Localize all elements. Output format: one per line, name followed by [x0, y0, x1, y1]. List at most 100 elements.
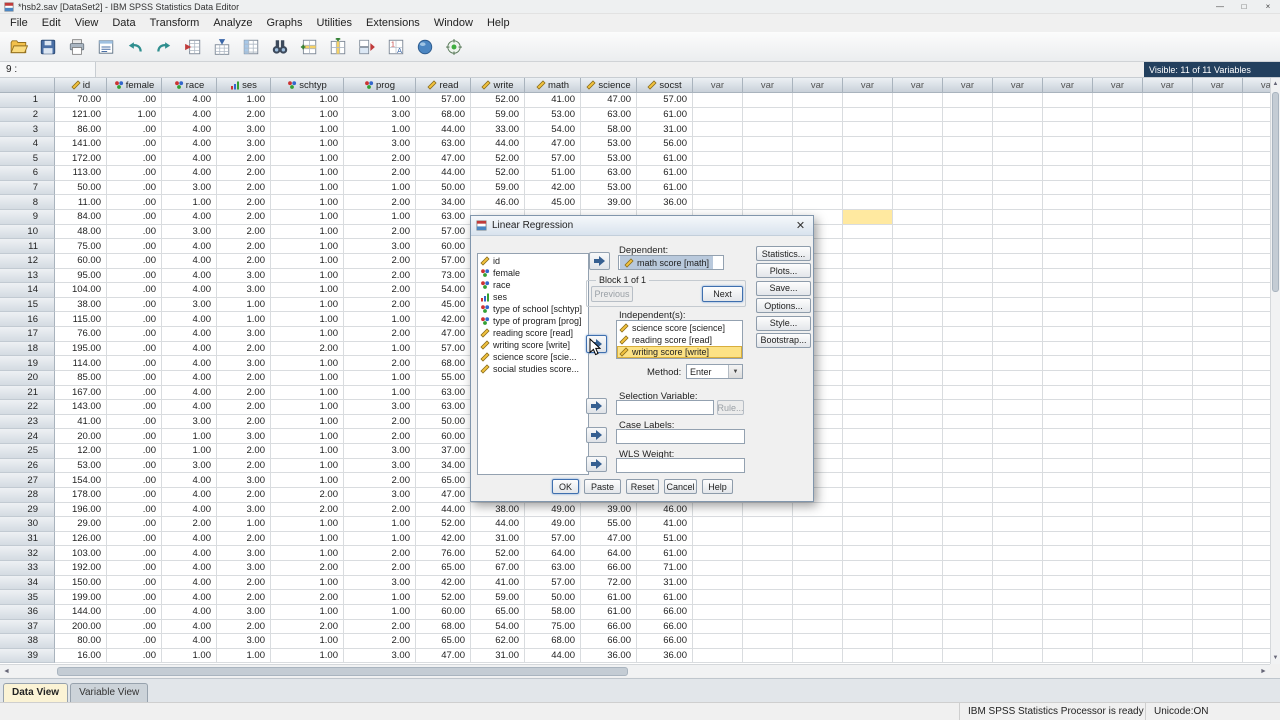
cell[interactable] — [943, 575, 993, 591]
cell[interactable]: .00 — [107, 239, 162, 254]
cell[interactable] — [1193, 136, 1243, 152]
column-header-id[interactable]: id — [55, 78, 107, 93]
cell[interactable]: 49.00 — [525, 502, 581, 518]
cell[interactable]: 1.00 — [271, 268, 344, 284]
cell[interactable] — [843, 648, 893, 664]
row-number[interactable]: 2 — [0, 107, 55, 123]
cell[interactable]: 4.00 — [162, 561, 217, 576]
cancel-button[interactable]: Cancel — [664, 479, 697, 494]
cell[interactable] — [1043, 327, 1093, 342]
cell[interactable]: 42.00 — [525, 180, 581, 196]
cell[interactable] — [693, 107, 743, 123]
cell[interactable]: 61.00 — [581, 590, 637, 605]
cell[interactable]: .00 — [107, 531, 162, 547]
cell[interactable]: 1.00 — [271, 473, 344, 488]
cell[interactable] — [1143, 93, 1193, 108]
cell[interactable]: .00 — [107, 502, 162, 518]
cell[interactable]: 2.00 — [344, 166, 416, 181]
column-header-read[interactable]: read — [416, 78, 471, 93]
cell[interactable]: 2.00 — [344, 253, 416, 269]
column-header-math[interactable]: math — [525, 78, 581, 93]
cell[interactable] — [1093, 370, 1143, 386]
cell[interactable] — [993, 590, 1043, 605]
cell[interactable] — [1143, 400, 1193, 415]
cell[interactable] — [943, 531, 993, 547]
column-header-var[interactable]: var — [1093, 78, 1143, 93]
cell[interactable]: 66.00 — [581, 561, 637, 576]
cell[interactable] — [993, 195, 1043, 210]
cell[interactable] — [993, 444, 1043, 459]
cell[interactable] — [1243, 151, 1270, 167]
cell[interactable] — [1043, 634, 1093, 649]
cell[interactable] — [1243, 136, 1270, 152]
cell[interactable]: 2.00 — [344, 502, 416, 518]
cell[interactable]: 1.00 — [271, 136, 344, 152]
cell[interactable]: 31.00 — [471, 648, 525, 664]
cell[interactable] — [1243, 473, 1270, 488]
column-header-var[interactable]: var — [893, 78, 943, 93]
tab-variable-view[interactable]: Variable View — [70, 683, 149, 702]
cell[interactable]: 46.00 — [637, 502, 693, 518]
cell[interactable] — [1093, 341, 1143, 357]
cell[interactable]: 61.00 — [637, 151, 693, 167]
cell[interactable] — [1243, 341, 1270, 357]
row-number[interactable]: 16 — [0, 312, 55, 327]
cell[interactable] — [1243, 224, 1270, 240]
cell[interactable] — [993, 619, 1043, 635]
cell[interactable]: 56.00 — [637, 136, 693, 152]
cell[interactable]: 1.00 — [162, 444, 217, 459]
cell[interactable]: 2.00 — [217, 239, 271, 254]
cell[interactable] — [1243, 517, 1270, 532]
cell[interactable] — [743, 517, 793, 532]
cell[interactable]: 75.00 — [525, 619, 581, 635]
cell[interactable] — [1243, 283, 1270, 298]
variable-item[interactable]: social studies score... — [478, 363, 588, 375]
cell[interactable] — [1093, 400, 1143, 415]
row-number[interactable]: 21 — [0, 385, 55, 401]
row-number[interactable]: 29 — [0, 502, 55, 518]
column-header-ses[interactable]: ses — [217, 78, 271, 93]
cell[interactable]: .00 — [107, 517, 162, 532]
cell[interactable] — [993, 356, 1043, 371]
cell[interactable] — [993, 517, 1043, 532]
menu-transform[interactable]: Transform — [143, 16, 207, 30]
cell[interactable] — [843, 195, 893, 210]
cell[interactable] — [893, 136, 943, 152]
cell[interactable] — [1043, 224, 1093, 240]
cell[interactable]: 1.00 — [271, 385, 344, 401]
use-variable-sets-icon[interactable] — [412, 34, 437, 59]
cell[interactable] — [843, 502, 893, 518]
move-to-case-labels-button[interactable] — [586, 427, 607, 443]
variable-item[interactable]: ses — [478, 291, 588, 303]
cell[interactable]: .00 — [107, 283, 162, 298]
cell[interactable]: 2.00 — [217, 180, 271, 196]
cell[interactable] — [1243, 370, 1270, 386]
cell[interactable]: 4.00 — [162, 312, 217, 327]
cell[interactable]: 1.00 — [344, 180, 416, 196]
cell[interactable] — [943, 546, 993, 561]
cell[interactable] — [1043, 648, 1093, 664]
cell[interactable] — [1043, 385, 1093, 401]
cell[interactable]: 1.00 — [271, 297, 344, 313]
cell[interactable]: 44.00 — [416, 122, 471, 137]
chevron-down-icon[interactable]: ▼ — [728, 365, 742, 378]
cell[interactable] — [1093, 210, 1143, 225]
dialog-title-bar[interactable]: Linear Regression ✕ — [471, 216, 813, 236]
cell[interactable]: .00 — [107, 195, 162, 210]
cell[interactable] — [1143, 327, 1193, 342]
cell[interactable]: 1.00 — [271, 122, 344, 137]
cell[interactable] — [1043, 166, 1093, 181]
cell[interactable]: 2.00 — [344, 546, 416, 561]
cell[interactable]: 4.00 — [162, 268, 217, 284]
cell[interactable]: 65.00 — [416, 561, 471, 576]
cell[interactable]: .00 — [107, 590, 162, 605]
variable-item[interactable]: type of school [schtyp] — [478, 303, 588, 315]
cell[interactable] — [1093, 356, 1143, 371]
cell[interactable] — [993, 473, 1043, 488]
cell[interactable]: 36.00 — [637, 648, 693, 664]
cell[interactable]: 199.00 — [55, 590, 107, 605]
cell[interactable]: 38.00 — [471, 502, 525, 518]
cell[interactable] — [1143, 268, 1193, 284]
cell[interactable] — [893, 312, 943, 327]
cell[interactable]: 16.00 — [55, 648, 107, 664]
